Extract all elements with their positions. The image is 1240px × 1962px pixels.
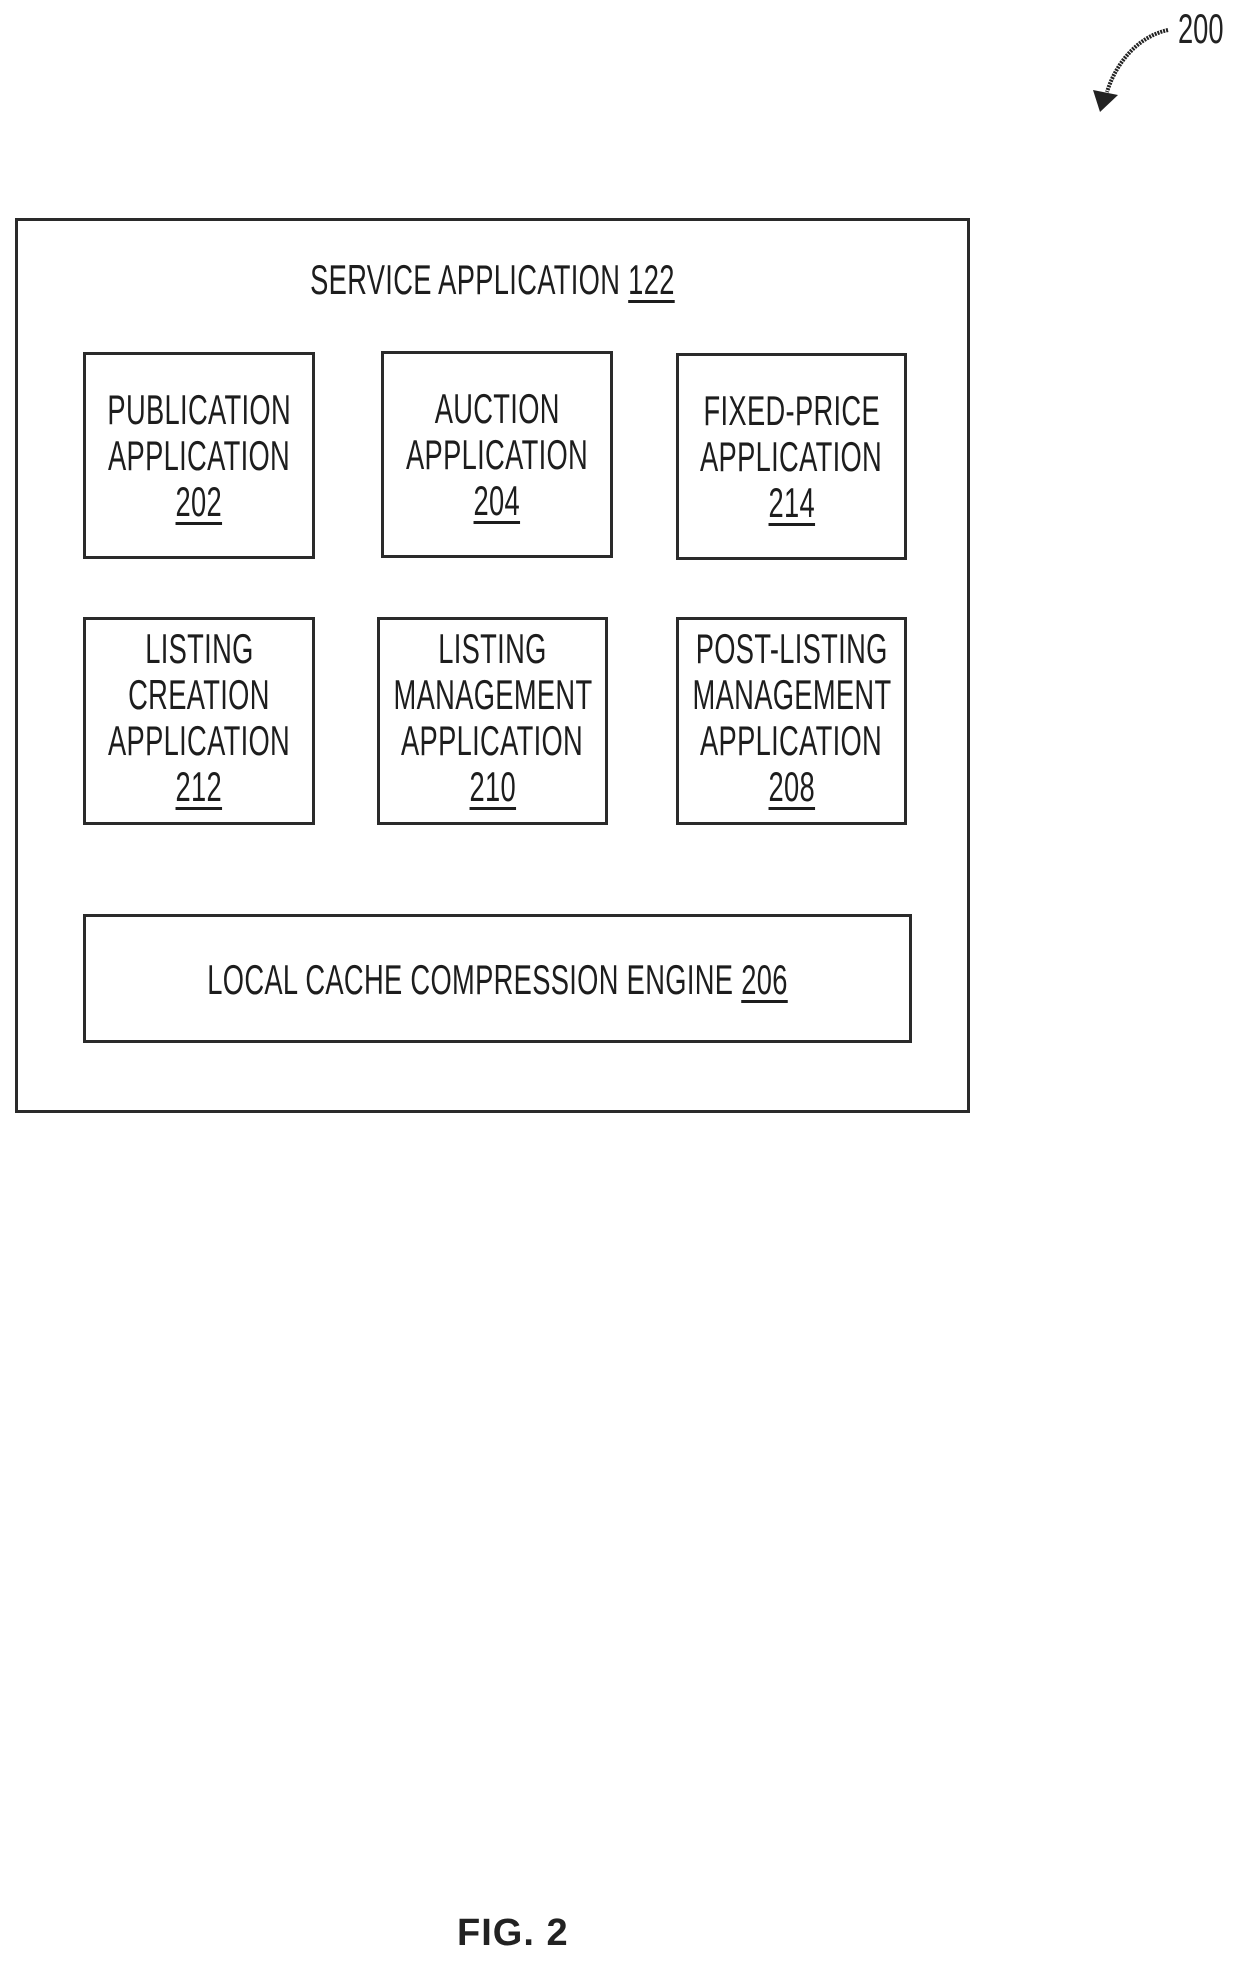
component-label-line: AUCTION [434,385,560,432]
component-ref: 204 [473,477,521,524]
component-label-line: APPLICATION [405,431,589,478]
post-listing-management-application-box: POST-LISTING MANAGEMENT APPLICATION 208 [676,617,907,825]
component-label-line: PUBLICATION [107,386,291,433]
component-ref: 202 [175,478,223,525]
engine-ref: 206 [741,956,788,1003]
component-ref: 212 [175,763,223,810]
engine-title: LOCAL CACHE COMPRESSION ENGINE [207,956,734,1003]
listing-creation-application-box: LISTING CREATION APPLICATION 212 [83,617,315,825]
fixed-price-application-box: FIXED-PRICE APPLICATION 214 [676,353,907,560]
listing-management-application-box: LISTING MANAGEMENT APPLICATION 210 [377,617,608,825]
component-ref: 210 [469,763,516,810]
component-label-line: POST-LISTING [695,625,888,672]
component-label-line: FIXED-PRICE [703,387,880,434]
component-ref: 214 [768,479,815,526]
pointer-arrow-icon [1093,28,1169,112]
auction-application-box: AUCTION APPLICATION 204 [381,351,613,558]
component-label-line: APPLICATION [107,717,291,764]
component-label-line: MANAGEMENT [393,671,592,718]
service-application-title-text: SERVICE APPLICATION [310,256,621,303]
component-label-line: APPLICATION [700,717,883,764]
component-label-line: MANAGEMENT [692,671,891,718]
component-label-line: LISTING [438,625,547,672]
component-ref: 208 [768,763,815,810]
component-label-line: LISTING [144,625,254,672]
figure-label: FIG. 2 [457,1912,569,1954]
publication-application-box: PUBLICATION APPLICATION 202 [83,352,315,559]
service-application-ref: 122 [628,256,675,303]
component-label-line: APPLICATION [107,432,291,479]
local-cache-compression-engine-box: LOCAL CACHE COMPRESSION ENGINE 206 [83,914,912,1043]
component-label-line: CREATION [128,671,270,718]
component-label-line: APPLICATION [700,433,883,480]
service-application-title: SERVICE APPLICATION 122 [18,257,967,303]
component-label-line: APPLICATION [401,717,584,764]
